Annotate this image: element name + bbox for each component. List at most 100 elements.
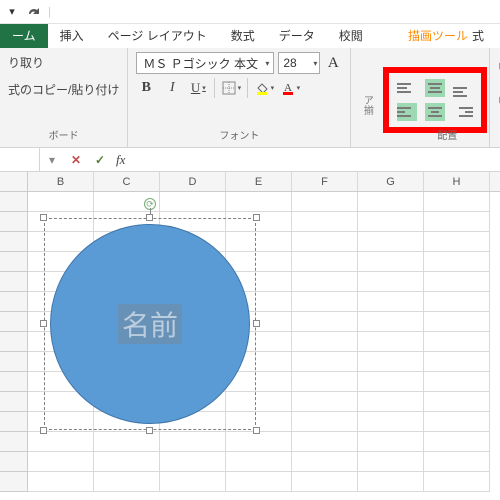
cell[interactable]	[424, 232, 490, 252]
cell[interactable]	[28, 452, 94, 472]
cell[interactable]	[358, 412, 424, 432]
row-header[interactable]	[0, 332, 28, 352]
accept-formula-button[interactable]: ✓	[88, 153, 112, 167]
cell[interactable]	[424, 292, 490, 312]
bold-button[interactable]: B	[136, 78, 156, 98]
row-header[interactable]	[0, 412, 28, 432]
column-header[interactable]: C	[94, 172, 160, 191]
cell[interactable]	[424, 332, 490, 352]
cell[interactable]	[358, 312, 424, 332]
row-header[interactable]	[0, 212, 28, 232]
cell[interactable]	[292, 352, 358, 372]
cell[interactable]	[292, 472, 358, 492]
select-all-corner[interactable]	[0, 172, 28, 191]
tab-home[interactable]: ーム	[0, 24, 48, 48]
align-center-button[interactable]	[425, 103, 445, 121]
cell[interactable]	[94, 432, 160, 452]
row-header[interactable]	[0, 432, 28, 452]
column-header[interactable]: D	[160, 172, 226, 191]
row-header[interactable]	[0, 192, 28, 212]
cell[interactable]	[94, 452, 160, 472]
cell[interactable]	[358, 352, 424, 372]
cell[interactable]	[160, 432, 226, 452]
resize-handle[interactable]	[40, 427, 47, 434]
cell[interactable]	[292, 412, 358, 432]
cell[interactable]	[358, 452, 424, 472]
align-right-button[interactable]	[453, 103, 473, 121]
cancel-formula-button[interactable]: ✕	[64, 153, 88, 167]
cell[interactable]	[160, 472, 226, 492]
row-header[interactable]	[0, 252, 28, 272]
row-header[interactable]	[0, 472, 28, 492]
fx-label[interactable]: fx	[112, 152, 125, 168]
resize-handle[interactable]	[146, 214, 153, 221]
border-button[interactable]: ▾	[221, 78, 241, 98]
cell[interactable]	[28, 432, 94, 452]
cell[interactable]	[292, 272, 358, 292]
cell[interactable]	[358, 232, 424, 252]
cut-button[interactable]: り取り	[8, 52, 119, 73]
cell[interactable]	[292, 392, 358, 412]
row-header[interactable]	[0, 232, 28, 252]
row-header[interactable]	[0, 452, 28, 472]
font-name-select[interactable]: ＭＳ Ｐゴシック 本文 ▾	[136, 52, 274, 74]
cell[interactable]	[424, 212, 490, 232]
tab-review[interactable]: 校閲	[327, 24, 375, 48]
worksheet-grid[interactable]: B C D E F G H ⟳ 名前	[0, 172, 500, 492]
row-header[interactable]	[0, 312, 28, 332]
font-color-button[interactable]: A ▾	[280, 78, 300, 98]
resize-handle[interactable]	[40, 214, 47, 221]
tab-insert[interactable]: 挿入	[48, 24, 96, 48]
underline-button[interactable]: U▾	[188, 78, 208, 98]
tab-page-layout[interactable]: ページ レイアウト	[96, 24, 219, 48]
cell[interactable]	[292, 432, 358, 452]
resize-handle[interactable]	[146, 427, 153, 434]
shape-selection[interactable]: ⟳ 名前	[44, 218, 256, 430]
cell[interactable]	[292, 292, 358, 312]
cell[interactable]	[358, 332, 424, 352]
cell[interactable]	[160, 192, 226, 212]
column-header[interactable]: E	[226, 172, 292, 191]
cell[interactable]	[28, 472, 94, 492]
cell[interactable]	[424, 352, 490, 372]
cell[interactable]	[358, 472, 424, 492]
cell[interactable]	[424, 392, 490, 412]
cell[interactable]	[292, 452, 358, 472]
row-header[interactable]	[0, 392, 28, 412]
cell[interactable]	[94, 472, 160, 492]
cell[interactable]	[226, 432, 292, 452]
redo-icon[interactable]	[26, 4, 42, 20]
cell[interactable]	[358, 432, 424, 452]
cell[interactable]	[358, 372, 424, 392]
cell[interactable]	[28, 192, 94, 212]
resize-handle[interactable]	[253, 214, 260, 221]
tab-formulas[interactable]: 数式	[219, 24, 267, 48]
resize-handle[interactable]	[253, 427, 260, 434]
align-top-button[interactable]	[397, 79, 417, 97]
font-size-select[interactable]: 28 ▾	[278, 52, 320, 74]
cell[interactable]	[424, 472, 490, 492]
cell[interactable]	[424, 192, 490, 212]
row-header[interactable]	[0, 292, 28, 312]
cell[interactable]	[424, 312, 490, 332]
cell[interactable]	[358, 252, 424, 272]
cell[interactable]	[226, 452, 292, 472]
name-box[interactable]	[0, 148, 40, 171]
cell[interactable]	[424, 252, 490, 272]
cell[interactable]	[292, 312, 358, 332]
resize-handle[interactable]	[40, 320, 47, 327]
italic-button[interactable]: I	[162, 78, 182, 98]
cell[interactable]	[226, 192, 292, 212]
cell[interactable]	[424, 452, 490, 472]
cell[interactable]	[292, 212, 358, 232]
fill-color-button[interactable]: ▾	[254, 78, 274, 98]
name-box-dropdown[interactable]: ▾	[40, 153, 64, 167]
cell[interactable]	[160, 452, 226, 472]
row-header[interactable]	[0, 272, 28, 292]
oval-shape[interactable]: 名前	[50, 224, 250, 424]
cell[interactable]	[292, 332, 358, 352]
cell[interactable]	[226, 472, 292, 492]
align-bottom-button[interactable]	[453, 79, 473, 97]
column-header[interactable]: H	[424, 172, 490, 191]
cell[interactable]	[292, 372, 358, 392]
